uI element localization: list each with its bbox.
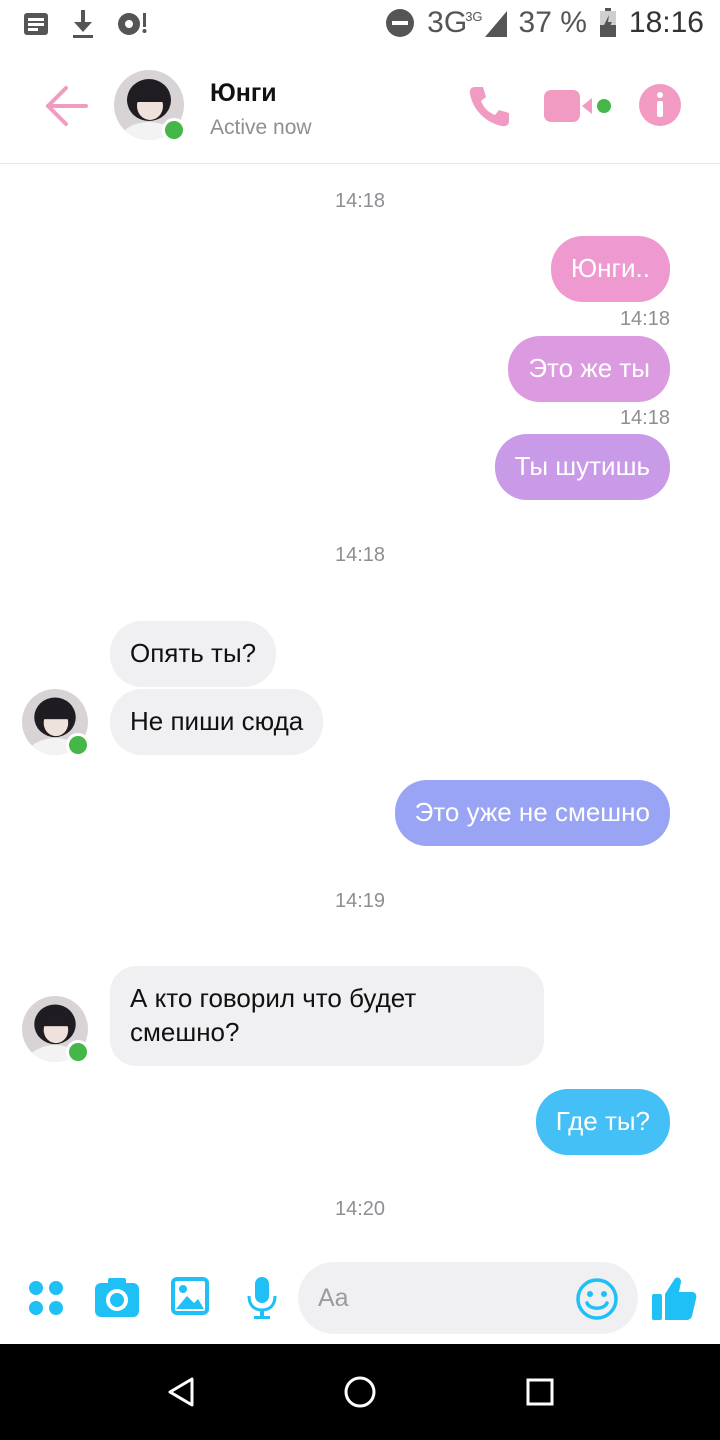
composer-bar xyxy=(0,1258,720,1344)
microphone-icon[interactable] xyxy=(246,1276,278,1320)
dnd-icon xyxy=(386,9,415,37)
music-icon xyxy=(118,13,147,35)
network-label: 3G xyxy=(427,6,468,39)
incoming-message[interactable]: Опять ты? xyxy=(110,621,277,687)
nav-home-icon[interactable] xyxy=(343,1375,377,1409)
download-icon xyxy=(73,10,93,38)
contact-status: Active now xyxy=(210,116,312,139)
message-timestamp: 14:20 xyxy=(334,1198,386,1220)
apps-icon[interactable] xyxy=(28,1280,64,1316)
status-bar: 3G 3G 37 % 18:16 xyxy=(0,0,720,50)
back-arrow-icon[interactable] xyxy=(44,84,90,128)
thumbs-up-icon[interactable] xyxy=(650,1274,698,1322)
info-icon[interactable] xyxy=(638,83,682,127)
camera-icon[interactable] xyxy=(94,1276,140,1318)
chat-header: Юнги Active now xyxy=(0,50,720,164)
nav-back-icon[interactable] xyxy=(166,1376,196,1408)
sender-avatar[interactable] xyxy=(22,689,90,757)
online-indicator xyxy=(66,1040,90,1064)
gallery-icon[interactable] xyxy=(170,1276,210,1316)
outgoing-message[interactable]: Юнги.. xyxy=(550,236,670,302)
signal-icon xyxy=(484,11,507,37)
incoming-message[interactable]: А кто говорил что будет смешно? xyxy=(110,966,544,1066)
system-navigation-bar xyxy=(0,1344,720,1440)
clock: 18:16 xyxy=(628,6,704,39)
network-small-label: 3G xyxy=(465,8,483,24)
emoji-icon[interactable] xyxy=(576,1278,618,1320)
sender-avatar[interactable] xyxy=(22,996,90,1064)
outgoing-message[interactable]: Это же ты xyxy=(508,336,670,402)
nav-recents-icon[interactable] xyxy=(526,1378,554,1406)
battery-icon xyxy=(599,8,616,37)
incoming-message[interactable]: Не пиши сюда xyxy=(110,689,324,755)
online-indicator xyxy=(162,118,186,142)
message-timestamp: 14:19 xyxy=(334,890,386,912)
battery-percent: 37 % xyxy=(518,6,587,39)
outgoing-message[interactable]: Ты шутишь xyxy=(494,434,670,500)
message-timestamp: 14:18 xyxy=(334,544,386,566)
online-indicator xyxy=(66,733,90,757)
contact-name[interactable]: Юнги xyxy=(210,79,277,108)
notification-icon xyxy=(24,13,48,35)
message-timestamp: 14:18 xyxy=(334,190,386,212)
message-time: 14:18 xyxy=(619,407,670,429)
video-call-icon[interactable] xyxy=(542,86,614,126)
contact-avatar[interactable] xyxy=(114,70,186,142)
outgoing-message[interactable]: Где ты? xyxy=(535,1089,670,1155)
phone-icon[interactable] xyxy=(466,83,512,129)
message-time: 14:18 xyxy=(619,308,670,330)
outgoing-message[interactable]: Это уже не смешно xyxy=(394,780,670,846)
